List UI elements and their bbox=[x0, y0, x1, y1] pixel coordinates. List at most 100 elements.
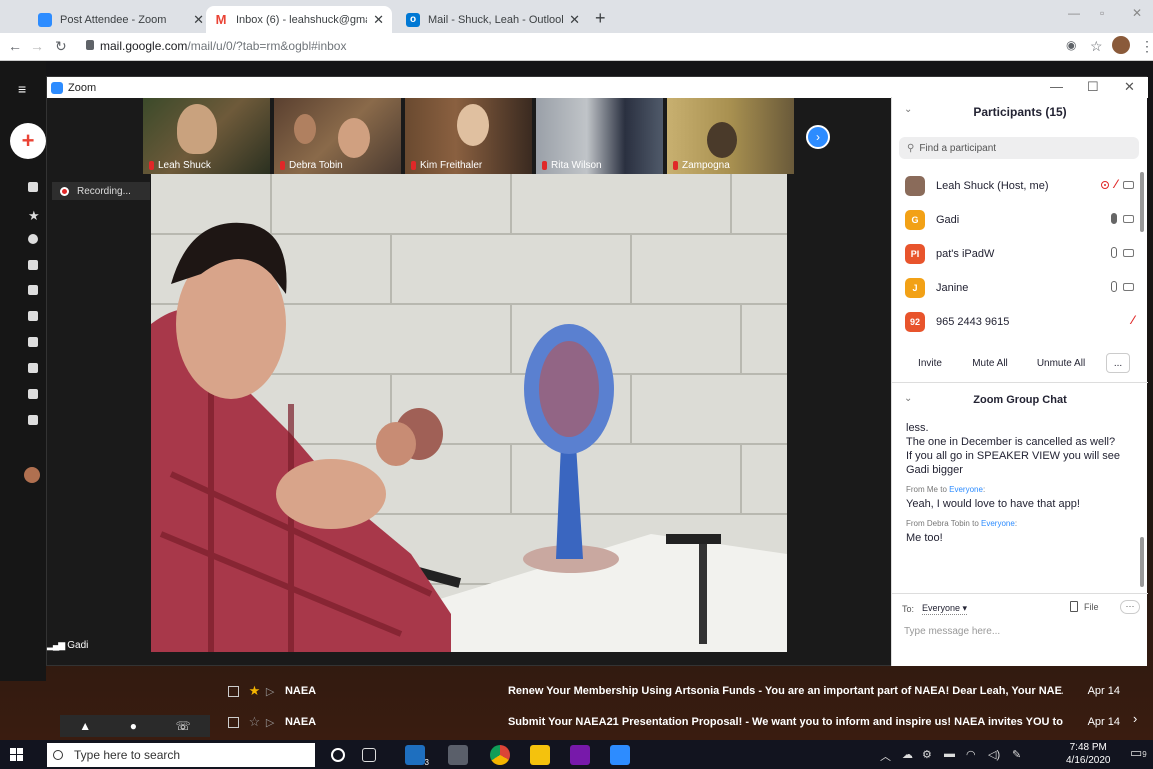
calculator-icon[interactable] bbox=[448, 745, 468, 765]
onenote-icon[interactable] bbox=[570, 745, 590, 765]
mail-row[interactable]: ★ ▷ NAEA Renew Your Membership Using Art… bbox=[220, 680, 1120, 702]
volume-icon[interactable]: ◁) bbox=[988, 748, 1000, 761]
participant-thumbnail[interactable]: Debra Tobin bbox=[274, 98, 401, 174]
label-icon[interactable] bbox=[28, 337, 38, 347]
star-icon[interactable]: ★ bbox=[249, 683, 266, 699]
video-camera-icon bbox=[1123, 248, 1134, 257]
participant-thumbnail[interactable]: Rita Wilson bbox=[536, 98, 663, 174]
hangouts-avatar[interactable] bbox=[24, 467, 40, 483]
reload-icon[interactable]: ↻ bbox=[55, 38, 67, 55]
new-tab-button[interactable]: + bbox=[595, 8, 606, 29]
unmute-all-button[interactable]: Unmute All bbox=[1030, 353, 1092, 373]
chat-bubble-icon[interactable]: ● bbox=[130, 719, 137, 733]
participant-thumbnail[interactable]: Leah Shuck bbox=[143, 98, 270, 174]
more-options-button[interactable]: ... bbox=[1106, 353, 1130, 373]
file-explorer-icon[interactable] bbox=[530, 745, 550, 765]
bookmark-star-icon[interactable]: ☆ bbox=[1090, 38, 1103, 55]
participants-scrollbar[interactable] bbox=[1140, 172, 1144, 232]
inbox-icon[interactable] bbox=[28, 182, 38, 192]
close-window-icon[interactable]: ✕ bbox=[1132, 6, 1142, 20]
extension-icon[interactable]: ◉ bbox=[1066, 38, 1076, 52]
starred-icon[interactable]: ★ bbox=[28, 208, 40, 223]
profile-avatar[interactable] bbox=[1112, 36, 1130, 54]
chat-more-button[interactable]: ··· bbox=[1120, 600, 1140, 614]
tab-outlook-mail[interactable]: o Mail - Shuck, Leah - Outlook ✕ bbox=[398, 6, 588, 33]
wifi-icon[interactable]: ◠ bbox=[966, 748, 976, 761]
close-tab-icon[interactable]: ✕ bbox=[193, 12, 204, 28]
onedrive-cloud-icon[interactable]: ☁ bbox=[902, 748, 913, 761]
maximize-icon[interactable]: ☐ bbox=[1087, 79, 1099, 95]
recipient-dropdown[interactable]: Everyone ▾ bbox=[922, 603, 968, 615]
windows-start-icon[interactable] bbox=[10, 748, 23, 761]
system-clock[interactable]: 7:48 PM 4/16/2020 bbox=[1066, 741, 1111, 767]
compose-button[interactable]: + bbox=[10, 123, 46, 159]
drafts-icon[interactable] bbox=[28, 311, 38, 321]
participant-row[interactable]: PI pat's iPadW bbox=[892, 237, 1140, 271]
star-icon[interactable]: ☆ bbox=[249, 714, 266, 730]
pen-icon[interactable]: ✎ bbox=[1012, 748, 1021, 761]
tab-post-attendee-zoom[interactable]: Post Attendee - Zoom ✕ bbox=[30, 6, 212, 33]
hamburger-menu-icon[interactable]: ≡ bbox=[18, 81, 26, 97]
muted-mic-icon bbox=[280, 161, 285, 170]
forward-arrow-icon[interactable]: → bbox=[30, 38, 44, 54]
close-tab-icon[interactable]: ✕ bbox=[373, 12, 384, 28]
tab-label: Mail - Shuck, Leah - Outlook bbox=[428, 13, 564, 26]
browser-menu-icon[interactable]: ⋮ bbox=[1140, 38, 1153, 55]
minimize-icon[interactable]: — bbox=[1050, 79, 1063, 94]
speaker-video-frame bbox=[151, 174, 787, 652]
minimize-window-icon[interactable]: — bbox=[1068, 6, 1080, 20]
video-thumbnail-strip: Leah Shuck Debra Tobin Kim Freithaler Ri… bbox=[143, 98, 803, 174]
important-marker-icon[interactable]: ▷ bbox=[266, 716, 285, 729]
important-icon[interactable] bbox=[28, 260, 38, 270]
taskbar-search-input[interactable]: Type here to search bbox=[47, 743, 315, 767]
snoozed-icon[interactable] bbox=[28, 234, 38, 244]
show-hidden-icons-chevron[interactable]: ︿ bbox=[880, 748, 891, 764]
phone-icon[interactable]: ☏ bbox=[176, 719, 191, 733]
participant-thumbnail[interactable]: Kim Freithaler bbox=[405, 98, 532, 174]
chat-messages: less. The one in December is cancelled a… bbox=[906, 421, 1126, 545]
file-button[interactable]: File bbox=[1070, 601, 1099, 612]
cortana-icon[interactable] bbox=[331, 748, 345, 762]
mail-row[interactable]: ☆ ▷ NAEA Submit Your NAEA21 Presentation… bbox=[220, 711, 1120, 733]
participant-row[interactable]: Leah Shuck (Host, me) ⁄ bbox=[892, 169, 1140, 203]
chat-recipient: To: Everyone ▾ bbox=[902, 603, 968, 615]
participant-search-input[interactable]: ⚲ Find a participant bbox=[899, 137, 1139, 159]
participant-row[interactable]: G Gadi bbox=[892, 203, 1140, 237]
close-icon[interactable]: ✕ bbox=[1124, 79, 1135, 95]
back-arrow-icon[interactable]: ← bbox=[8, 38, 22, 54]
battery-icon[interactable]: ▬ bbox=[944, 748, 955, 760]
tab-gmail-inbox[interactable]: M Inbox (6) - leahshuck@gmail.co ✕ bbox=[206, 6, 392, 33]
sent-icon[interactable] bbox=[28, 285, 38, 295]
participant-thumbnail[interactable]: Zampogna bbox=[667, 98, 794, 174]
url-field[interactable]: mail.google.com/mail/u/0/?tab=rm&ogbl#in… bbox=[100, 39, 346, 53]
participant-row[interactable]: 92 965 2443 9615 ⁄ bbox=[892, 305, 1140, 339]
select-checkbox[interactable] bbox=[228, 716, 239, 728]
notification-center-icon[interactable]: ▭9 bbox=[1130, 745, 1147, 761]
zoom-window-title: Zoom bbox=[68, 81, 97, 94]
thumbnail-name: Debra Tobin bbox=[280, 160, 343, 171]
task-view-icon[interactable] bbox=[362, 748, 376, 762]
chrome-icon[interactable] bbox=[490, 745, 510, 765]
invite-button[interactable]: Invite bbox=[908, 353, 952, 373]
chat-scrollbar[interactable] bbox=[1140, 537, 1144, 587]
network-tray-icon[interactable]: ⚙ bbox=[922, 748, 932, 761]
mute-all-button[interactable]: Mute All bbox=[964, 353, 1016, 373]
recording-indicator[interactable]: Recording... bbox=[52, 182, 150, 200]
close-tab-icon[interactable]: ✕ bbox=[569, 12, 580, 28]
zoom-app-icon[interactable] bbox=[610, 745, 630, 765]
next-page-chevron-icon[interactable]: › bbox=[1133, 711, 1137, 726]
participant-row[interactable]: J Janine bbox=[892, 271, 1140, 305]
chat-message-input[interactable]: Type message here... bbox=[904, 626, 1000, 637]
next-thumbnails-button[interactable]: › bbox=[806, 125, 830, 149]
url-host: mail.google.com bbox=[100, 39, 188, 53]
participant-avatar: PI bbox=[905, 244, 925, 264]
select-checkbox[interactable] bbox=[228, 685, 239, 697]
maximize-window-icon[interactable]: ▫ bbox=[1100, 6, 1104, 20]
important-marker-icon[interactable]: ▷ bbox=[266, 685, 285, 698]
label-icon[interactable] bbox=[28, 389, 38, 399]
contacts-icon[interactable]: ▲ bbox=[79, 719, 91, 733]
label-icon[interactable] bbox=[28, 363, 38, 373]
muted-mic-icon[interactable]: ⁄ bbox=[1115, 178, 1117, 190]
label-icon[interactable] bbox=[28, 415, 38, 425]
mail-app-icon[interactable]: 3 bbox=[405, 745, 429, 767]
